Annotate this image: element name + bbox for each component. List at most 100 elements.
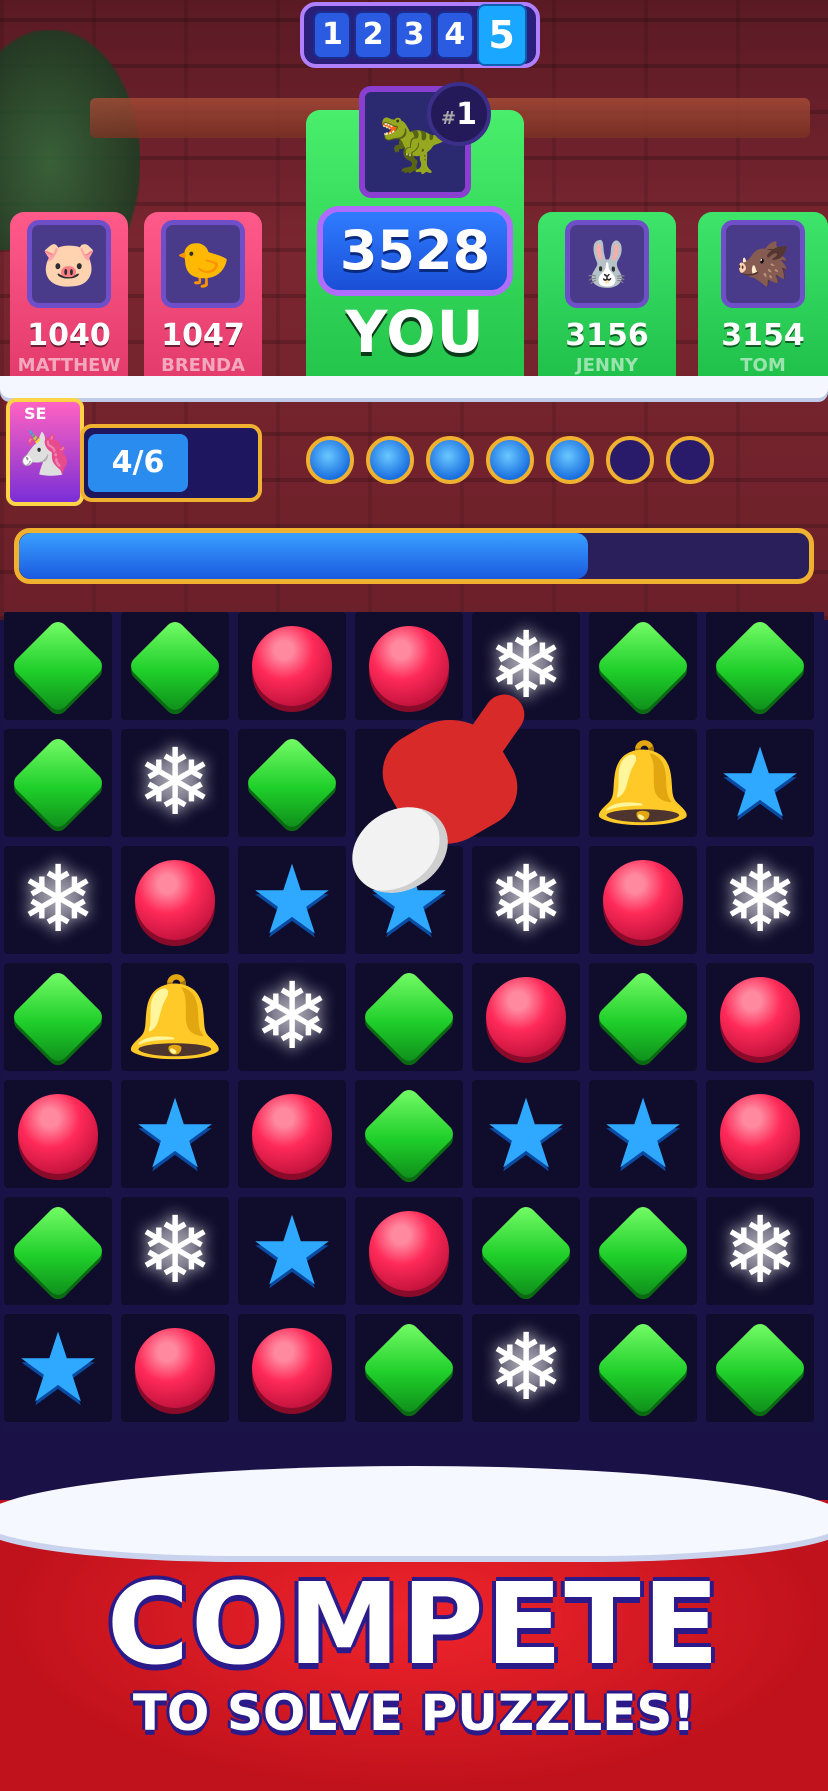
board-cell[interactable] — [121, 1314, 229, 1422]
board-cell[interactable] — [472, 963, 580, 1071]
collect-dot — [546, 436, 594, 484]
board-cell[interactable] — [355, 1314, 463, 1422]
board-cell[interactable] — [4, 963, 112, 1071]
board-cell[interactable] — [589, 1197, 697, 1305]
board-cell[interactable] — [121, 846, 229, 954]
you-label: YOU — [345, 298, 485, 366]
player-name: BRENDA — [161, 355, 245, 376]
board-cell[interactable] — [4, 612, 112, 720]
collect-progress-box: 4/6 — [80, 424, 262, 502]
green-gem-icon — [9, 1202, 107, 1300]
board-cell[interactable] — [355, 1080, 463, 1188]
snow-ledge — [0, 376, 828, 398]
board-cell[interactable]: ★ — [589, 1080, 697, 1188]
flake-gem-icon: ❄ — [487, 846, 565, 953]
red-gem-icon — [135, 860, 215, 940]
player-score: 3156 — [565, 318, 649, 353]
board-cell[interactable] — [355, 729, 463, 837]
red-gem-icon — [18, 1094, 98, 1174]
board-cell[interactable] — [238, 1314, 346, 1422]
green-gem-icon — [9, 617, 107, 715]
player-name: JENNY — [575, 355, 639, 376]
board-cell[interactable]: ★ — [121, 1080, 229, 1188]
board-cell[interactable] — [4, 729, 112, 837]
bell-gem-icon: 🔔 — [125, 970, 225, 1063]
board-cell[interactable]: ★ — [472, 1080, 580, 1188]
green-gem-icon — [9, 734, 107, 832]
red-gem-icon — [369, 626, 449, 706]
board-cell[interactable] — [238, 729, 346, 837]
star-gem-icon: ★ — [248, 844, 336, 956]
promo-headline: COMPETE TO SOLVE PUZZLES! — [0, 1560, 828, 1742]
red-gem-icon — [720, 977, 800, 1057]
board-cell[interactable]: ❄ — [4, 846, 112, 954]
green-gem-icon — [594, 617, 692, 715]
round-3: 3 — [394, 11, 433, 59]
level-progress-bar — [14, 528, 814, 584]
board-cell[interactable] — [589, 1314, 697, 1422]
board-cell[interactable] — [472, 1197, 580, 1305]
flake-gem-icon: ❄ — [721, 1197, 799, 1304]
board-cell[interactable] — [4, 1080, 112, 1188]
board-cell[interactable] — [238, 1080, 346, 1188]
headline-subtitle: TO SOLVE PUZZLES! — [132, 1684, 696, 1742]
collect-dot — [666, 436, 714, 484]
flake-gem-icon: ❄ — [136, 729, 214, 836]
green-gem-icon — [360, 1085, 458, 1183]
green-gem-icon — [360, 968, 458, 1066]
green-gem-icon — [594, 968, 692, 1066]
board-cell[interactable]: ★ — [4, 1314, 112, 1422]
star-gem-icon: ★ — [131, 1078, 219, 1190]
board-cell[interactable] — [238, 612, 346, 720]
board-cell[interactable] — [706, 1314, 814, 1422]
board-cell[interactable]: ❄ — [706, 846, 814, 954]
player-card-tom: 🐗 3154 TOM — [698, 212, 828, 384]
board-cell[interactable]: ★ — [238, 1197, 346, 1305]
board-cell[interactable] — [355, 963, 463, 1071]
board-cell[interactable] — [355, 1197, 463, 1305]
red-gem-icon — [252, 626, 332, 706]
avatar: 🐗 — [721, 220, 805, 308]
board-cell[interactable] — [472, 729, 580, 837]
player-name: MATTHEW — [17, 355, 121, 376]
board-cell[interactable]: ❄ — [238, 963, 346, 1071]
avatar: 🐰 — [565, 220, 649, 308]
board-cell[interactable] — [4, 1197, 112, 1305]
board-cell[interactable]: 🔔 — [589, 729, 697, 837]
round-5-current: 5 — [476, 4, 527, 66]
board-cell[interactable]: ❄ — [706, 1197, 814, 1305]
board-cell[interactable] — [706, 963, 814, 1071]
green-gem-icon — [477, 1202, 575, 1300]
star-gem-icon: ★ — [248, 1195, 336, 1307]
board-cell[interactable] — [589, 612, 697, 720]
board-cell[interactable]: ★ — [706, 729, 814, 837]
round-4: 4 — [435, 11, 474, 59]
round-1: 1 — [313, 11, 352, 59]
board-cell[interactable]: ❄ — [121, 729, 229, 837]
red-gem-icon — [603, 860, 683, 940]
star-gem-icon: ★ — [14, 1312, 102, 1424]
board-cell[interactable]: ❄ — [472, 612, 580, 720]
flake-gem-icon: ❄ — [487, 1314, 565, 1421]
star-gem-icon: ★ — [482, 1078, 570, 1190]
board-cell[interactable] — [121, 612, 229, 720]
player-name: TOM — [740, 355, 786, 376]
red-gem-icon — [720, 1094, 800, 1174]
board-cell[interactable] — [355, 612, 463, 720]
collect-dots — [306, 436, 714, 484]
board-cell[interactable]: 🔔 — [121, 963, 229, 1071]
board-cell[interactable]: ❄ — [472, 846, 580, 954]
board-cell[interactable]: ❄ — [121, 1197, 229, 1305]
board-cell[interactable]: ❄ — [472, 1314, 580, 1422]
board-cell[interactable] — [706, 1080, 814, 1188]
player-card-jenny: 🐰 3156 JENNY — [538, 212, 676, 384]
round-2: 2 — [354, 11, 393, 59]
board-cell[interactable]: ★ — [355, 846, 463, 954]
star-gem-icon: ★ — [716, 727, 804, 839]
board-cell[interactable] — [589, 963, 697, 1071]
board-cell[interactable]: ★ — [238, 846, 346, 954]
green-gem-icon — [360, 1319, 458, 1417]
avatar: 🐷 — [27, 220, 111, 308]
board-cell[interactable] — [706, 612, 814, 720]
board-cell[interactable] — [589, 846, 697, 954]
